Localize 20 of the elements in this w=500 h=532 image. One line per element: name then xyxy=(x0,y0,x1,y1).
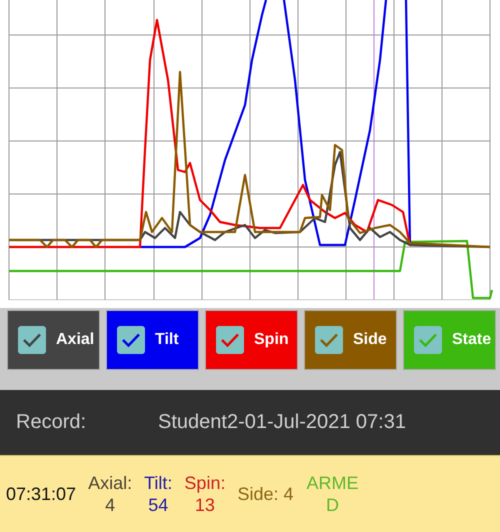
record-name: Student2-01-Jul-2021 07:31 xyxy=(158,411,406,434)
series-toggle[interactable]: Spin xyxy=(205,310,298,370)
series-toggle[interactable]: Axial xyxy=(7,310,100,370)
readout-label: Axial: xyxy=(88,472,132,494)
check-icon xyxy=(121,332,141,348)
time-text: 07:31:07 xyxy=(6,484,76,505)
readout-value: 13 xyxy=(194,494,215,516)
readout-value: 54 xyxy=(148,494,168,516)
readout-label: Spin: xyxy=(184,472,226,494)
check-icon xyxy=(22,332,42,348)
record-label: Record: xyxy=(16,411,88,434)
series-toggle[interactable]: Tilt xyxy=(106,310,199,370)
series-toggle[interactable]: Side xyxy=(304,310,397,370)
readout-label: Tilt: xyxy=(144,472,172,494)
check-icon xyxy=(220,332,240,348)
readout-value: 4 xyxy=(105,494,116,516)
readout-text: Side: 4 xyxy=(237,484,294,505)
state-text: ARMED xyxy=(306,472,360,516)
check-icon xyxy=(418,332,438,348)
check-icon xyxy=(319,332,339,348)
